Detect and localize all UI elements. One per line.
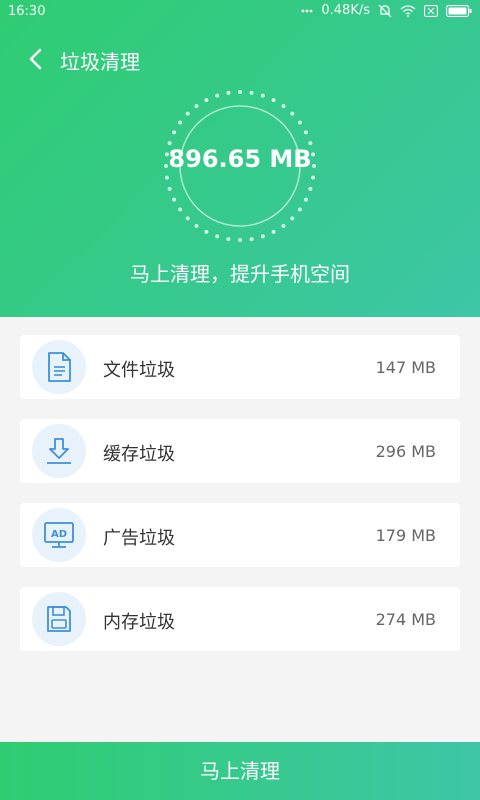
ring-dot — [167, 186, 172, 191]
memory-icon-badge — [32, 592, 86, 646]
category-label: 文件垃圾 — [103, 360, 175, 381]
ring-dot — [204, 229, 209, 234]
ring-dot — [238, 238, 242, 242]
ring-dot — [260, 93, 265, 98]
category-size: 296 MB — [375, 442, 436, 461]
header-panel: 16:30 0.48K/s 垃圾清理 896.65 MB 马上清理，提升手机空间 — [0, 0, 480, 317]
category-label: 缓存垃圾 — [103, 444, 175, 465]
ring-dot — [290, 111, 295, 116]
category-size: 274 MB — [375, 610, 436, 629]
ring-dot — [271, 229, 276, 234]
ring-dot — [249, 90, 254, 95]
ring-dot — [297, 120, 302, 125]
clean-now-button[interactable]: 马上清理 — [0, 742, 480, 800]
status-time: 16:30 — [8, 4, 46, 19]
back-button[interactable] — [20, 44, 50, 74]
ring-dot — [308, 186, 313, 191]
total-junk-size: 896.65 MB — [168, 145, 312, 173]
svg-text:AD: AD — [51, 529, 67, 540]
ring-dot — [215, 234, 220, 239]
ring-dot — [178, 120, 183, 125]
ring-dot — [185, 111, 190, 116]
ring-dot — [226, 237, 231, 242]
category-cache-junk[interactable]: 缓存垃圾 296 MB — [20, 419, 460, 483]
dots-icon — [301, 8, 313, 14]
ring-dot — [303, 130, 308, 135]
ring-dot — [249, 237, 254, 242]
memory-icon — [47, 606, 71, 632]
ring-dot — [238, 90, 242, 94]
download-icon — [47, 438, 71, 464]
ad-icon: AD — [44, 522, 74, 548]
category-label: 广告垃圾 — [103, 528, 175, 549]
ring-dot — [290, 216, 295, 221]
ring-dot — [271, 98, 276, 103]
ring-dot — [281, 104, 286, 109]
junk-category-list: 文件垃圾 147 MB 缓存垃圾 296 MB AD 广告垃圾 179 MB 内… — [20, 335, 460, 671]
ring-dot — [281, 223, 286, 228]
chevron-left-icon — [29, 48, 42, 70]
category-file-junk[interactable]: 文件垃圾 147 MB — [20, 335, 460, 399]
ring-dot — [164, 175, 169, 180]
ring-dot — [303, 197, 308, 202]
clean-tagline: 马上清理，提升手机空间 — [130, 262, 350, 286]
nav-bar: 垃圾清理 — [0, 38, 480, 78]
file-icon-badge — [32, 340, 86, 394]
ring-dot — [215, 93, 220, 98]
ring-dot — [194, 104, 199, 109]
ring-dot — [260, 234, 265, 239]
ring-dot — [172, 130, 177, 135]
category-size: 179 MB — [375, 526, 436, 545]
status-right: 0.48K/s — [301, 3, 472, 18]
wifi-icon — [400, 4, 416, 17]
category-memory-junk[interactable]: 内存垃圾 274 MB — [20, 587, 460, 651]
ring-dot — [311, 175, 316, 180]
ad-icon-badge: AD — [32, 508, 86, 562]
ring-dot — [297, 207, 302, 212]
ring-dot — [172, 197, 177, 202]
status-bar: 16:30 0.48K/s — [0, 0, 480, 24]
download-icon-badge — [32, 424, 86, 478]
category-size: 147 MB — [375, 358, 436, 377]
category-ad-junk[interactable]: AD 广告垃圾 179 MB — [20, 503, 460, 567]
ring-dot — [204, 98, 209, 103]
battery-icon — [446, 4, 472, 17]
ring-dot — [226, 90, 231, 95]
category-label: 内存垃圾 — [103, 612, 175, 633]
ring-dot — [178, 207, 183, 212]
sim-icon — [424, 4, 438, 17]
mute-icon — [378, 4, 392, 18]
file-icon — [48, 352, 71, 382]
page-title: 垃圾清理 — [60, 50, 140, 74]
ring-dot — [185, 216, 190, 221]
ring-dot — [194, 223, 199, 228]
network-speed: 0.48K/s — [321, 3, 370, 18]
